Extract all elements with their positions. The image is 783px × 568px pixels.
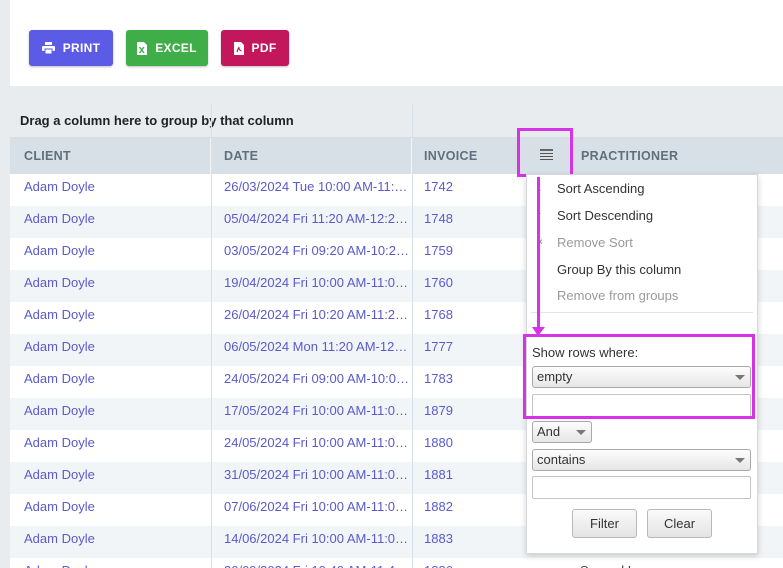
date-cell[interactable]: 06/05/2024 Mon 11:20 AM-12:20 PM bbox=[224, 334, 410, 366]
client-cell[interactable]: Adam Doyle bbox=[24, 270, 204, 302]
menu-separator bbox=[531, 312, 753, 313]
invoice-cell[interactable]: 1783 bbox=[424, 366, 514, 398]
column-menu-highlight bbox=[517, 128, 573, 177]
invoice-cell[interactable]: 1882 bbox=[424, 494, 514, 526]
pdf-button[interactable]: PDF bbox=[221, 30, 289, 66]
invoice-cell[interactable]: 1760 bbox=[424, 270, 514, 302]
excel-button[interactable]: EXCEL bbox=[126, 30, 208, 66]
client-cell[interactable]: Adam Doyle bbox=[24, 206, 204, 238]
print-label: PRINT bbox=[62, 41, 101, 55]
client-cell[interactable]: Adam Doyle bbox=[24, 430, 204, 462]
date-cell[interactable]: 24/05/2024 Fri 10:00 AM-11:00 AM bbox=[224, 430, 410, 462]
sort-ascending-item[interactable]: ↓ Sort Ascending bbox=[527, 176, 755, 202]
invoice-cell[interactable]: 1886 bbox=[424, 558, 514, 568]
sort-ascending-label: Sort Ascending bbox=[557, 181, 645, 196]
date-cell[interactable]: 07/06/2024 Fri 10:00 AM-11:00 AM bbox=[224, 494, 410, 526]
filter-section-highlight bbox=[523, 334, 755, 419]
sort-descending-item[interactable]: ↑ Sort Descending bbox=[527, 203, 755, 229]
annotation-arrow-head bbox=[532, 327, 545, 336]
remove-sort-label: Remove Sort bbox=[557, 235, 633, 250]
column-divider bbox=[412, 104, 413, 568]
invoice-cell[interactable]: 1777 bbox=[424, 334, 514, 366]
client-cell[interactable]: Adam Doyle bbox=[24, 398, 204, 430]
chevron-down-icon bbox=[735, 458, 745, 463]
print-button[interactable]: PRINT bbox=[29, 30, 113, 66]
invoice-cell[interactable]: 1879 bbox=[424, 398, 514, 430]
filter-logic-value: And bbox=[537, 424, 561, 439]
client-cell[interactable]: Adam Doyle bbox=[24, 334, 204, 366]
invoice-cell[interactable]: 1742 bbox=[424, 174, 514, 206]
date-cell[interactable]: 26/03/2024 Tue 10:00 AM-11:00 AM bbox=[224, 174, 410, 206]
client-cell[interactable]: Adam Doyle bbox=[24, 302, 204, 334]
invoice-cell[interactable]: 1759 bbox=[424, 238, 514, 270]
group-panel-hint: Drag a column here to group by that colu… bbox=[20, 113, 294, 128]
clear-button[interactable]: Clear bbox=[647, 509, 712, 538]
table-row[interactable]: Adam Doyle 20/09/2024 Fri 10:40 AM-11:40 … bbox=[10, 558, 783, 568]
client-cell[interactable]: Adam Doyle bbox=[24, 462, 204, 494]
filter-operator-2-value: contains bbox=[537, 452, 586, 467]
date-cell[interactable]: 24/05/2024 Fri 09:00 AM-10:00 AM bbox=[224, 366, 410, 398]
client-cell[interactable]: Adam Doyle bbox=[24, 174, 204, 206]
date-cell[interactable]: 19/04/2024 Fri 10:00 AM-11:00 AM bbox=[224, 270, 410, 302]
pdf-label: PDF bbox=[251, 41, 277, 55]
group-by-column-item[interactable]: Group By this column bbox=[527, 257, 755, 283]
date-cell[interactable]: 31/05/2024 Fri 10:00 AM-11:00 AM bbox=[224, 462, 410, 494]
date-cell[interactable]: 26/04/2024 Fri 10:20 AM-11:20 AM bbox=[224, 302, 410, 334]
remove-sort-item[interactable]: × Remove Sort bbox=[527, 230, 755, 256]
pdf-file-icon bbox=[233, 41, 244, 55]
group-by-drop-area[interactable]: Drag a column here to group by that colu… bbox=[10, 104, 783, 138]
filter-button[interactable]: Filter bbox=[572, 509, 637, 538]
invoice-cell[interactable]: 1880 bbox=[424, 430, 514, 462]
remove-from-groups-item[interactable]: Remove from groups bbox=[527, 283, 755, 309]
client-cell[interactable]: Adam Doyle bbox=[24, 558, 204, 568]
filter-value-input-2[interactable] bbox=[532, 476, 751, 499]
column-divider bbox=[211, 104, 212, 568]
date-cell[interactable]: 20/09/2024 Fri 10:40 AM-11:40 AM bbox=[224, 558, 410, 568]
sort-descending-label: Sort Descending bbox=[557, 208, 654, 223]
column-header-client[interactable]: CLIENT bbox=[10, 138, 211, 174]
date-cell[interactable]: 03/05/2024 Fri 09:20 AM-10:20 AM bbox=[224, 238, 410, 270]
invoice-cell[interactable]: 1768 bbox=[424, 302, 514, 334]
remove-from-groups-label: Remove from groups bbox=[557, 288, 679, 303]
practitioner-cell: Samuel Lee bbox=[580, 558, 780, 568]
date-cell[interactable]: 17/05/2024 Fri 10:00 AM-11:00 AM bbox=[224, 398, 410, 430]
excel-file-icon bbox=[137, 41, 148, 55]
client-cell[interactable]: Adam Doyle bbox=[24, 494, 204, 526]
group-by-label: Group By this column bbox=[557, 262, 682, 277]
column-header-date[interactable]: DATE bbox=[212, 138, 412, 174]
filter-operator-select-2[interactable]: contains bbox=[532, 449, 751, 471]
client-cell[interactable]: Adam Doyle bbox=[24, 238, 204, 270]
column-header-practitioner[interactable]: PRACTITIONER bbox=[570, 138, 783, 174]
column-header-invoice[interactable]: INVOICE bbox=[413, 138, 523, 174]
client-cell[interactable]: Adam Doyle bbox=[24, 526, 204, 558]
filter-logic-select[interactable]: And bbox=[532, 421, 592, 443]
excel-label: EXCEL bbox=[155, 41, 197, 55]
invoice-cell[interactable]: 1748 bbox=[424, 206, 514, 238]
printer-icon bbox=[41, 42, 55, 54]
annotation-arrow-line bbox=[537, 177, 540, 329]
chevron-down-icon bbox=[576, 430, 586, 435]
date-cell[interactable]: 14/06/2024 Fri 10:00 AM-11:00 AM bbox=[224, 526, 410, 558]
grid-header: CLIENT DATE INVOICE PRACTITIONER bbox=[10, 138, 783, 174]
date-cell[interactable]: 05/04/2024 Fri 11:20 AM-12:20 PM bbox=[224, 206, 410, 238]
invoice-cell[interactable]: 1883 bbox=[424, 526, 514, 558]
client-cell[interactable]: Adam Doyle bbox=[24, 366, 204, 398]
invoice-cell[interactable]: 1881 bbox=[424, 462, 514, 494]
